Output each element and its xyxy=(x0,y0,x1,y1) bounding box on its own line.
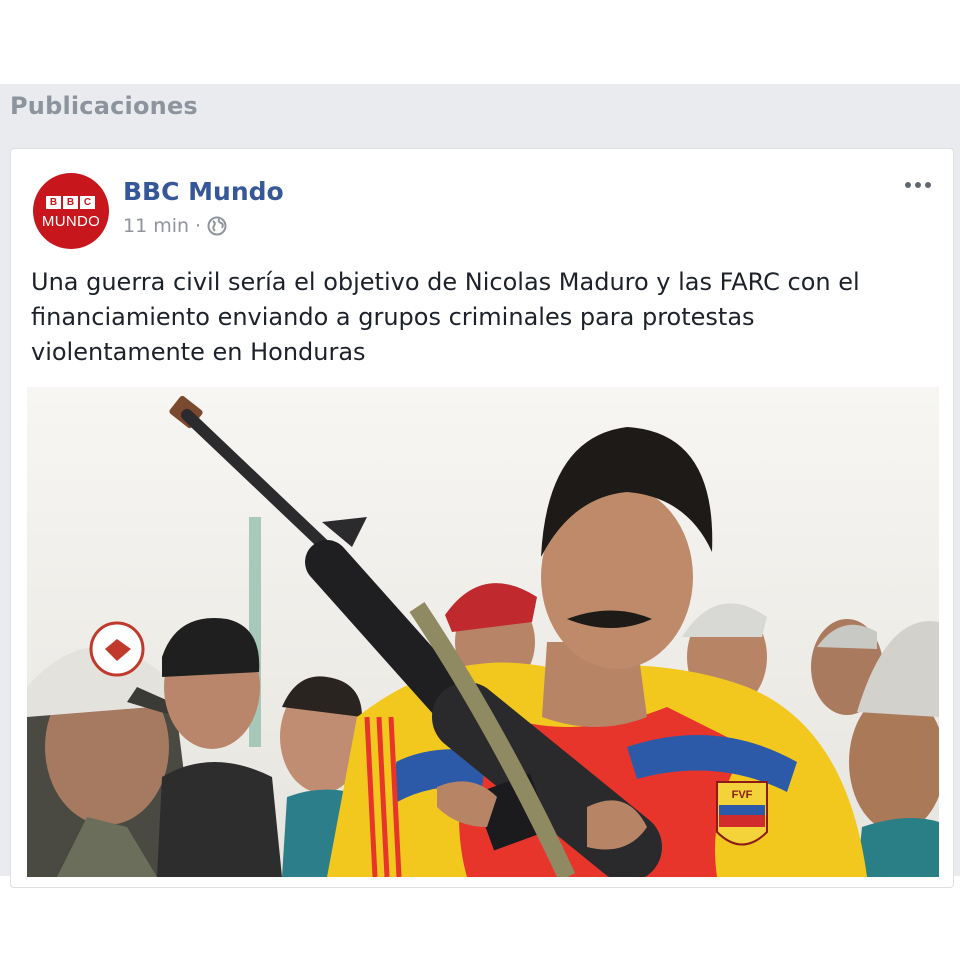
bbc-logo-blocks: B B C xyxy=(46,196,95,209)
logo-word: MUNDO xyxy=(41,213,101,230)
post-text: Una guerra civil sería el objetivo de Ni… xyxy=(31,268,860,366)
globe-icon[interactable] xyxy=(207,216,227,236)
logo-letter: B xyxy=(46,196,61,209)
jacket-badge: FVF xyxy=(716,781,768,846)
page-avatar[interactable]: B B C MUNDO xyxy=(33,173,109,249)
jacket-badge-text: FVF xyxy=(732,789,753,801)
post-timestamp[interactable]: 11 min xyxy=(123,215,189,237)
logo-letter: C xyxy=(80,196,95,209)
page-name-link[interactable]: BBC Mundo xyxy=(123,177,284,206)
post-card: B B C MUNDO BBC Mundo 11 min · Una guerr… xyxy=(10,148,954,888)
post-meta: 11 min · xyxy=(123,215,227,237)
meta-separator: · xyxy=(195,215,202,237)
post-photo[interactable]: FVF xyxy=(27,387,939,877)
more-options-icon[interactable] xyxy=(905,179,935,191)
section-title: Publicaciones xyxy=(10,92,198,120)
logo-letter: B xyxy=(63,196,78,209)
